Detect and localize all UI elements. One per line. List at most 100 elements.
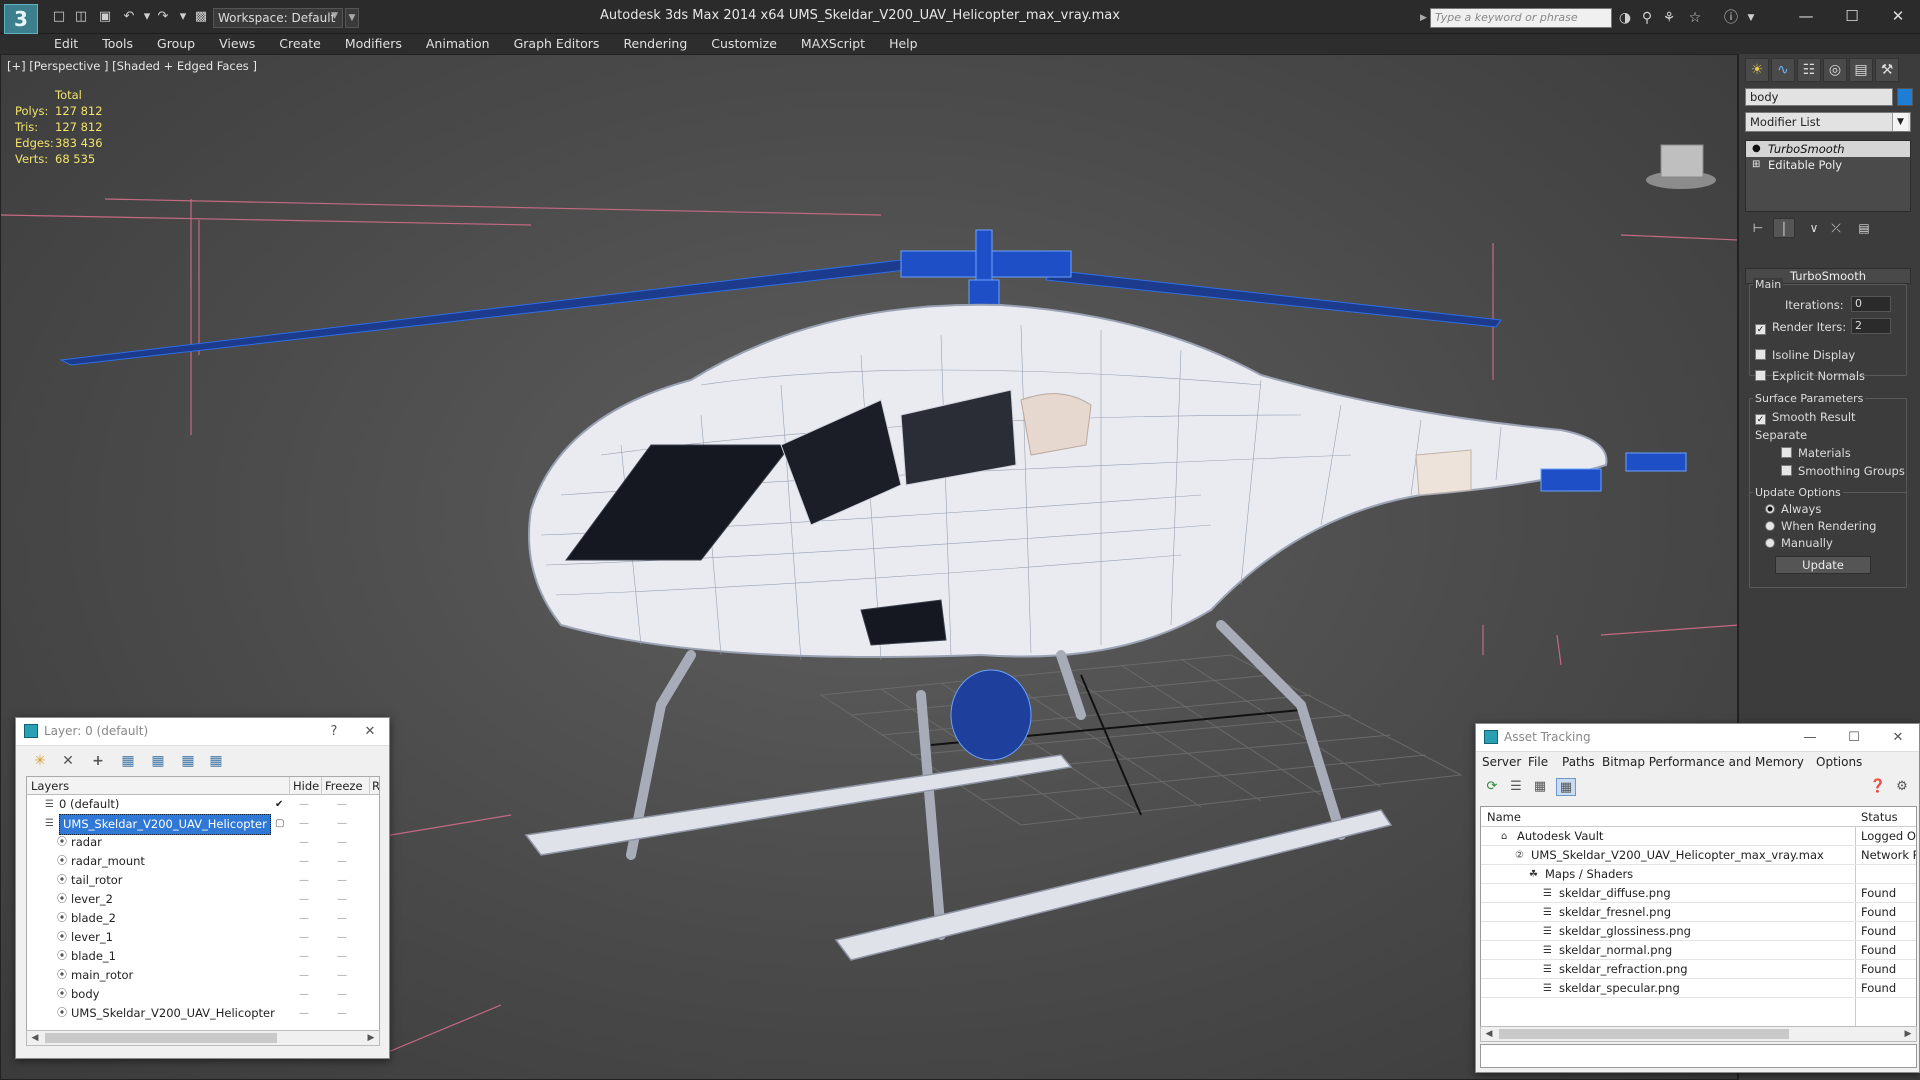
menu-edit[interactable]: Edit	[0, 34, 90, 54]
help-dropdown-icon[interactable]: ▼	[1742, 9, 1760, 27]
hide-toggle[interactable]: —	[299, 852, 309, 871]
menu-modifiers[interactable]: Modifiers	[333, 34, 414, 54]
explicit-normals-row[interactable]: Explicit Normals	[1755, 369, 1865, 383]
asset-menu-server[interactable]: Server	[1482, 755, 1521, 769]
asset-row[interactable]: ☰ skeldar_specular.png Found	[1481, 979, 1916, 998]
asset-horizontal-scrollbar[interactable]: ◀ ▶	[1480, 1026, 1917, 1042]
manually-radio-row[interactable]: Manually	[1765, 536, 1833, 550]
thumbnail-view-icon[interactable]: ▦	[1530, 778, 1550, 796]
hide-all-icon[interactable]: ▦	[178, 752, 198, 770]
asset-menu-options[interactable]: Options	[1816, 755, 1862, 769]
freeze-toggle[interactable]: —	[337, 985, 347, 1004]
asset-window-titlebar[interactable]: Asset Tracking — ☐ ✕	[1476, 724, 1919, 752]
maximize-button[interactable]: ☐	[1842, 728, 1866, 748]
redo-dropdown-icon[interactable]: ▾	[174, 8, 192, 26]
help-button[interactable]: ?	[322, 722, 346, 742]
scroll-right-icon[interactable]: ▶	[363, 1031, 379, 1045]
stack-item-editable-poly[interactable]: ⊞ Editable Poly	[1746, 157, 1910, 173]
col-freeze[interactable]: Freeze	[325, 779, 363, 793]
freeze-toggle[interactable]: —	[337, 814, 347, 833]
isoline-display-row[interactable]: Isoline Display	[1755, 348, 1855, 362]
layer-row[interactable]: ⦿ blade_2 — —	[27, 909, 379, 928]
col-status[interactable]: Status	[1861, 810, 1898, 824]
hide-toggle[interactable]: —	[299, 947, 309, 966]
create-tab-icon[interactable]: ☀	[1745, 58, 1769, 82]
favorites-star-icon[interactable]: ☆	[1686, 9, 1704, 27]
search-expand-icon[interactable]: ▶	[1420, 8, 1430, 28]
scroll-left-icon[interactable]: ◀	[1481, 1027, 1497, 1041]
layer-row[interactable]: ⦿ UMS_Skeldar_V200_UAV_Helicopter — —	[27, 1004, 379, 1023]
col-r[interactable]: R	[372, 779, 379, 793]
render-iters-row[interactable]: ✓ Render Iters:	[1755, 320, 1846, 335]
freeze-toggle[interactable]: —	[337, 966, 347, 985]
hide-toggle[interactable]: —	[299, 871, 309, 890]
select-objects-icon[interactable]: ▦	[118, 752, 138, 770]
menu-maxscript[interactable]: MAXScript	[789, 34, 877, 54]
freeze-toggle[interactable]: —	[337, 890, 347, 909]
hide-toggle[interactable]: —	[299, 909, 309, 928]
hide-toggle[interactable]: —	[299, 814, 309, 833]
modify-tab-icon[interactable]: ∿	[1771, 58, 1795, 82]
project-folder-icon[interactable]: ▩	[192, 8, 210, 26]
minimize-button[interactable]: —	[1788, 4, 1824, 28]
delete-layer-icon[interactable]: ✕	[58, 752, 78, 770]
refresh-icon[interactable]: ⟳	[1482, 778, 1502, 796]
utilities-tab-icon[interactable]: ⚒	[1875, 58, 1899, 82]
menu-graph-editors[interactable]: Graph Editors	[502, 34, 612, 54]
layer-row[interactable]: ⦿ main_rotor — —	[27, 966, 379, 985]
undo-icon[interactable]: ↶	[120, 8, 138, 26]
current-layer-check-icon[interactable]: ✔	[275, 795, 283, 814]
configure-sets-icon[interactable]: ▤	[1853, 218, 1875, 238]
binoculars-icon[interactable]: ◑	[1616, 9, 1634, 27]
asset-menu-bitmap[interactable]: Bitmap Performance and Memory	[1602, 755, 1804, 769]
col-layers[interactable]: Layers	[31, 779, 69, 793]
smoothing-groups-checkbox[interactable]	[1781, 465, 1792, 476]
hide-toggle[interactable]: —	[299, 966, 309, 985]
iterations-spinner[interactable]: 0	[1851, 296, 1891, 312]
col-hide[interactable]: Hide	[293, 779, 319, 793]
pin-stack-icon[interactable]: ⊢	[1747, 218, 1769, 238]
col-name[interactable]: Name	[1487, 810, 1521, 824]
render-iters-checkbox[interactable]: ✓	[1755, 324, 1766, 335]
asset-menu-paths[interactable]: Paths	[1562, 755, 1595, 769]
exchange-icon[interactable]: ⚘	[1660, 9, 1678, 27]
new-file-icon[interactable]: □	[50, 8, 68, 26]
smooth-result-checkbox[interactable]: ✓	[1755, 414, 1766, 425]
workspace-more-button[interactable]: ▼	[345, 8, 359, 28]
render-iters-spinner[interactable]: 2	[1851, 318, 1891, 334]
layer-row[interactable]: ☰ 0 (default) ✔ — —	[27, 795, 379, 814]
menu-customize[interactable]: Customize	[699, 34, 789, 54]
layer-row[interactable]: ☰ UMS_Skeldar_V200_UAV_Helicopter ▢ — —	[27, 814, 379, 835]
hide-toggle[interactable]: —	[299, 985, 309, 1004]
minimize-button[interactable]: —	[1798, 728, 1822, 748]
when-rendering-radio[interactable]	[1765, 521, 1775, 531]
layer-row[interactable]: ⦿ blade_1 — —	[27, 947, 379, 966]
asset-row[interactable]: ☰ skeldar_diffuse.png Found	[1481, 884, 1916, 903]
menu-group[interactable]: Group	[145, 34, 207, 54]
manually-radio[interactable]	[1765, 538, 1775, 548]
menu-animation[interactable]: Animation	[414, 34, 502, 54]
asset-row[interactable]: ☰ skeldar_fresnel.png Found	[1481, 903, 1916, 922]
display-tab-icon[interactable]: ▤	[1849, 58, 1873, 82]
search-input[interactable]: Type a keyword or phrase	[1430, 8, 1612, 28]
menu-views[interactable]: Views	[207, 34, 267, 54]
scroll-right-icon[interactable]: ▶	[1900, 1027, 1916, 1041]
update-button[interactable]: Update	[1775, 556, 1871, 574]
open-file-icon[interactable]: ◫	[72, 8, 90, 26]
layer-horizontal-scrollbar[interactable]: ◀ ▶	[26, 1030, 380, 1046]
asset-menu-file[interactable]: File	[1528, 755, 1548, 769]
asset-row[interactable]: ② UMS_Skeldar_V200_UAV_Helicopter_max_vra…	[1481, 846, 1916, 865]
layer-row[interactable]: ⦿ lever_2 — —	[27, 890, 379, 909]
freeze-toggle[interactable]: —	[337, 1004, 347, 1023]
freeze-toggle[interactable]: —	[337, 909, 347, 928]
hide-toggle[interactable]: —	[299, 928, 309, 947]
explicit-normals-checkbox[interactable]	[1755, 370, 1766, 381]
highlight-layer-icon[interactable]: ▦	[148, 752, 168, 770]
layer-row[interactable]: ⦿ body — —	[27, 985, 379, 1004]
scroll-thumb[interactable]	[45, 1033, 277, 1043]
table-view-icon[interactable]: ▦	[1556, 778, 1576, 796]
settings-icon[interactable]: ⚙	[1892, 778, 1912, 796]
asset-row[interactable]: ☰ skeldar_refraction.png Found	[1481, 960, 1916, 979]
freeze-toggle[interactable]: —	[337, 947, 347, 966]
smooth-result-row[interactable]: ✓ Smooth Result	[1755, 410, 1856, 425]
